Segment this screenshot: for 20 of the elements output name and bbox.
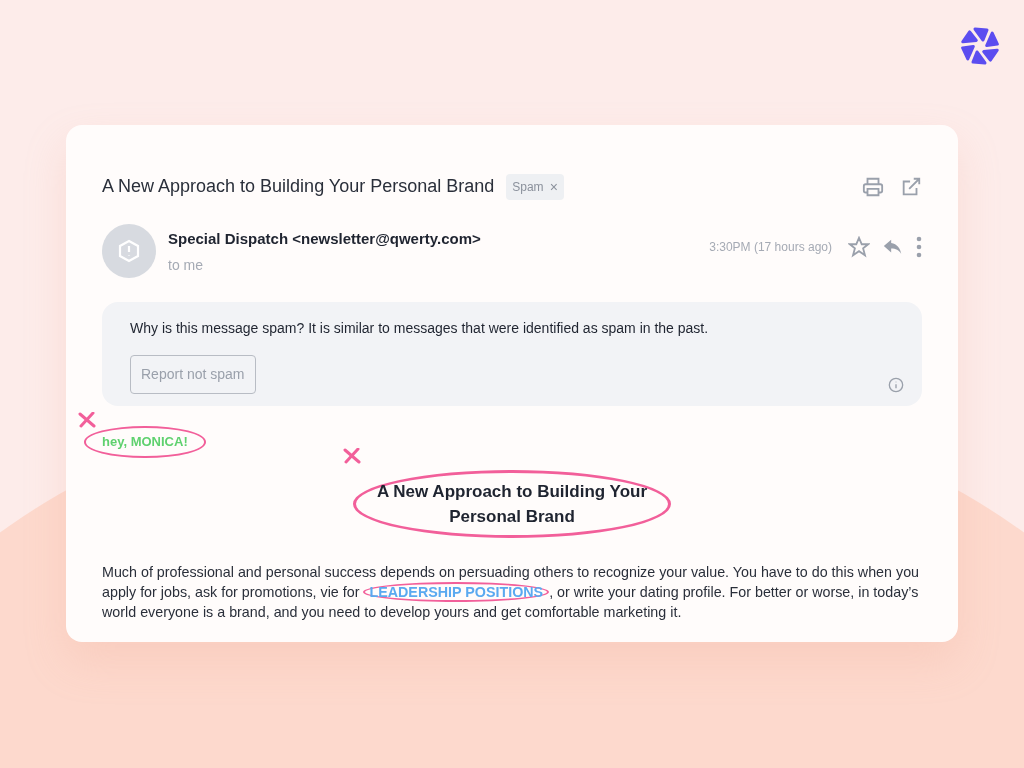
cross-mark-icon [343, 448, 361, 464]
logo-icon [961, 27, 999, 65]
greeting: hey, MONICA! [84, 426, 206, 458]
cross-mark-icon [78, 412, 96, 428]
remove-label-button[interactable]: × [549, 179, 558, 194]
spam-explanation: Why is this message spam? It is similar to messages that were identified as spam in the past. [130, 319, 710, 338]
timestamp: 3:30PM (17 hours ago) [709, 239, 832, 256]
recipient: to me [168, 255, 204, 275]
email-paragraph: Much of professional and personal success depends on persuading others to recognize your value. You have to do this when you apply for jobs, ask for promotions, vie for LEADERSHIP POSITIONS, or write your dating profile. For better or worse, in today’s world everyone is a brand, and you need to develop yours and get comfortable marketing it. [102, 563, 921, 622]
email-heading: A New Approach to Building Your Personal Brand [353, 470, 671, 538]
info-icon[interactable] [888, 377, 904, 393]
sender-name: Special Dispatch <newsletter@qwerty.com> [168, 229, 481, 249]
external-link-icon[interactable] [900, 175, 922, 198]
star-icon[interactable] [848, 236, 870, 258]
email-subject: A New Approach to Building Your Personal Brand [102, 175, 495, 198]
more-icon[interactable] [916, 236, 922, 258]
spam-label: Spam × [506, 173, 564, 200]
report-not-spam-button[interactable]: Report not spam [130, 355, 256, 394]
warning-icon [117, 239, 141, 263]
print-icon[interactable] [862, 175, 884, 198]
